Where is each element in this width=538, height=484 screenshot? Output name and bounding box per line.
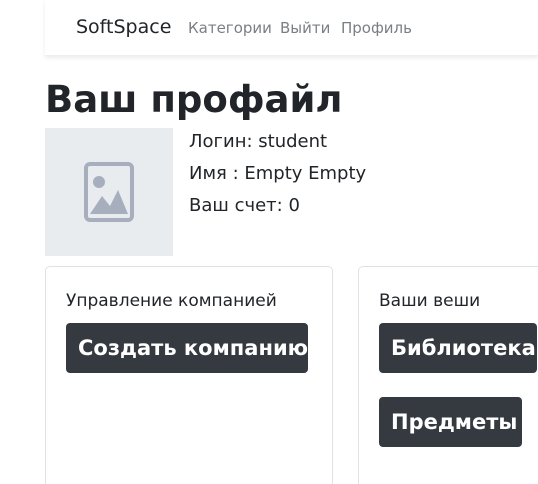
- items-button[interactable]: Предметы: [379, 397, 522, 447]
- brand-link[interactable]: SoftSpace: [76, 16, 171, 38]
- image-placeholder-icon: [84, 162, 134, 222]
- page-title: Ваш профайл: [45, 78, 343, 121]
- profile-login: Логин: student: [189, 131, 328, 152]
- nav-link-logout[interactable]: Выйти: [280, 19, 330, 37]
- company-card-title: Управление компанией: [66, 291, 277, 311]
- nav-link-categories[interactable]: Категории: [188, 19, 272, 37]
- profile-balance: Ваш счет: 0: [189, 195, 300, 216]
- create-company-button[interactable]: Создать компанию: [66, 323, 308, 373]
- profile-name: Имя : Empty Empty: [189, 163, 367, 184]
- nav-link-profile[interactable]: Профиль: [341, 19, 412, 37]
- library-button[interactable]: Библиотека: [379, 323, 537, 373]
- your-items-card: Ваши веши Библиотека Предметы: [358, 266, 538, 484]
- company-management-card: Управление компанией Создать компанию: [45, 266, 333, 484]
- items-card-title: Ваши веши: [379, 291, 481, 311]
- navbar: SoftSpace Категории Выйти Профиль: [45, 0, 538, 56]
- avatar: [45, 128, 173, 256]
